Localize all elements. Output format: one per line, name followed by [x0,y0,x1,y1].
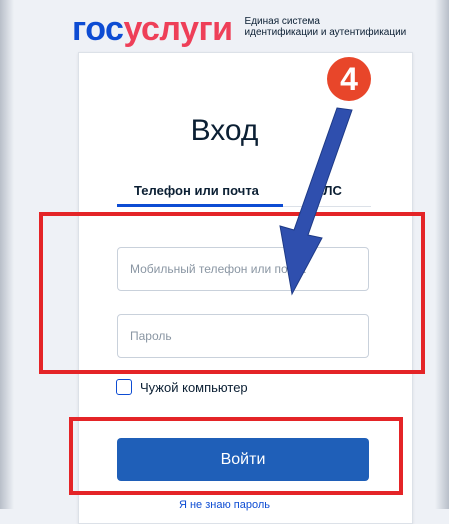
step-number-badge: 4 [327,57,371,101]
pointer-arrow-icon [279,107,353,296]
